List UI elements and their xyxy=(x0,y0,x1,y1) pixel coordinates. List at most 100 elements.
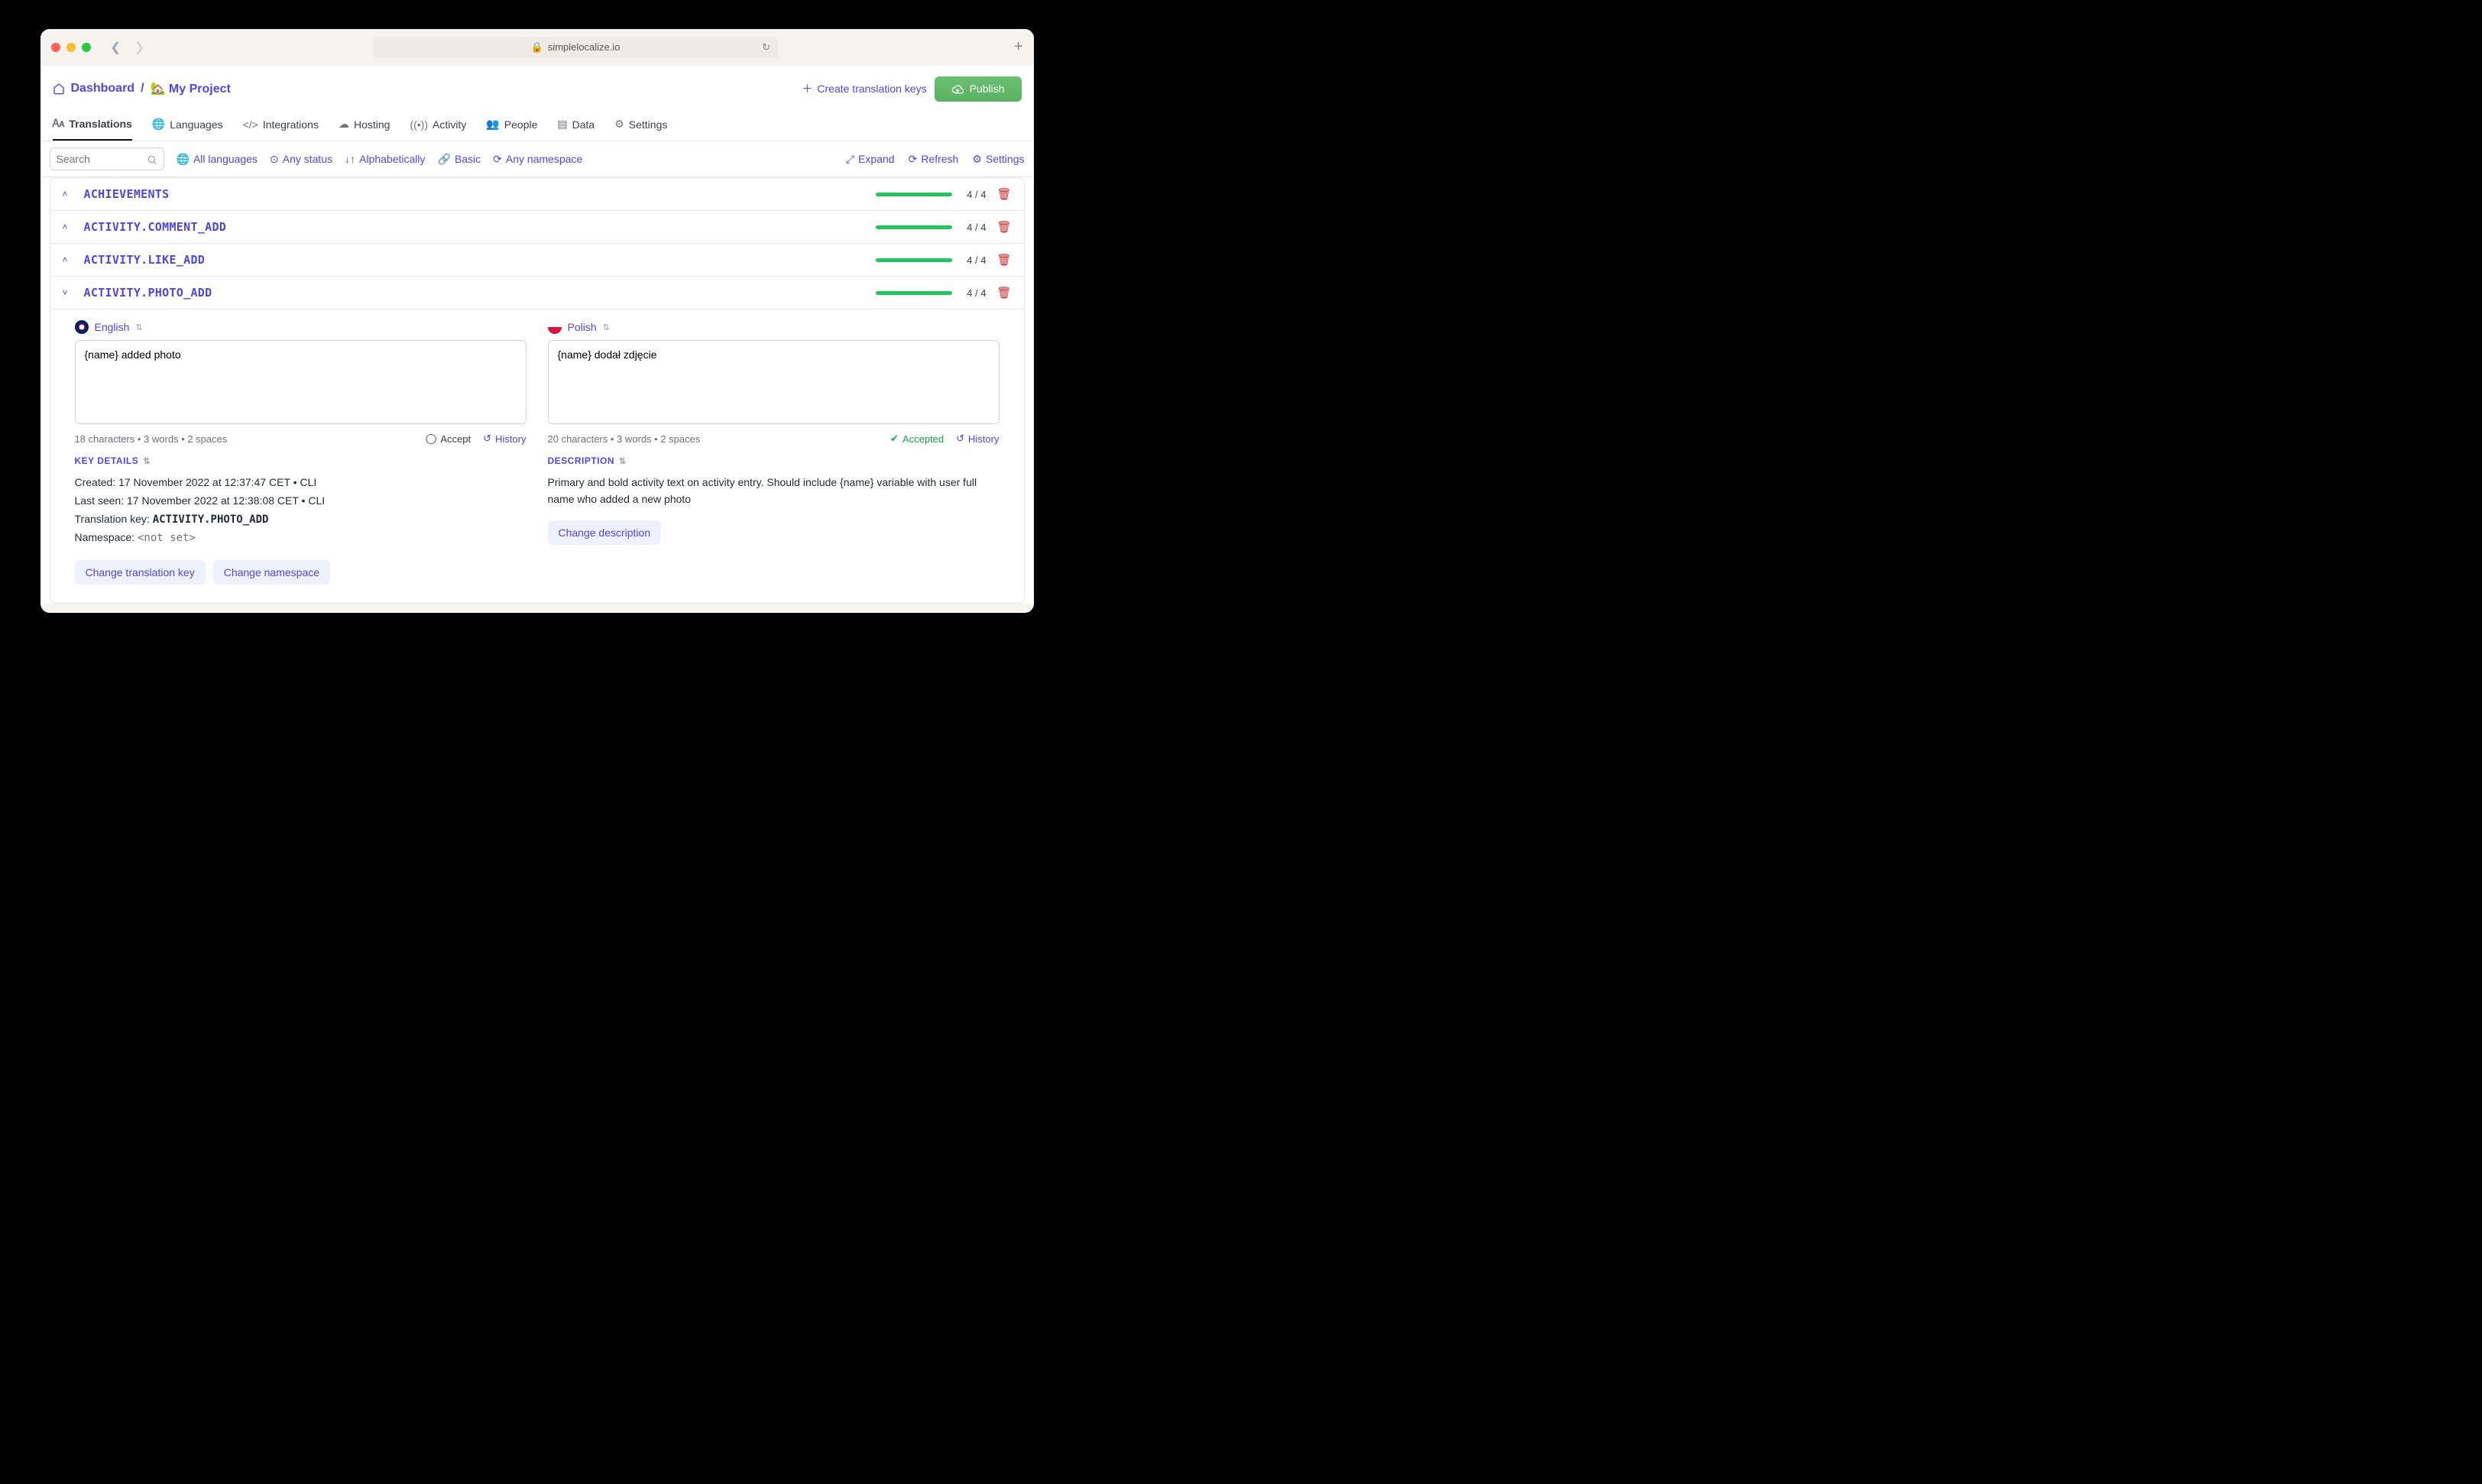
plus-icon: ＋ xyxy=(802,81,812,96)
key-row: ˄ ACTIVITY.LIKE_ADD 4 / 4 🗑 xyxy=(50,244,1024,277)
check-circle-icon: ✔ xyxy=(890,433,899,445)
translation-textarea-polish[interactable] xyxy=(548,340,1000,424)
reload-icon[interactable]: ↻ xyxy=(762,41,770,53)
breadcrumb-separator: / xyxy=(141,82,144,96)
main-tabs: 🗛 Translations 🌐 Languages </> Integrati… xyxy=(41,109,1034,141)
create-translation-keys-button[interactable]: ＋ Create translation keys xyxy=(802,81,926,96)
change-translation-key-button[interactable]: Change translation key xyxy=(75,560,206,585)
key-name[interactable]: ACTIVITY.LIKE_ADD xyxy=(84,253,206,267)
filter-any-namespace[interactable]: ⟳Any namespace xyxy=(493,153,582,166)
sort-icon[interactable]: ⇅ xyxy=(603,322,610,332)
language-label[interactable]: English xyxy=(95,321,130,333)
key-name[interactable]: ACTIVITY.COMMENT_ADD xyxy=(84,220,227,234)
breadcrumb-dashboard[interactable]: Dashboard xyxy=(71,82,135,96)
translation-column-polish: Polish ⇅ 20 characters • 3 words • 2 spa… xyxy=(548,320,1000,585)
delete-icon[interactable]: 🗑 xyxy=(996,253,1011,267)
publish-button[interactable]: Publish xyxy=(935,76,1022,102)
status-icon: ⊙ xyxy=(270,153,279,166)
globe-icon: 🌐 xyxy=(177,153,190,166)
progress-count: 4 / 4 xyxy=(963,287,986,299)
chevron-up-icon[interactable]: ˄ xyxy=(63,189,73,199)
tab-languages[interactable]: 🌐 Languages xyxy=(152,109,223,141)
tab-integrations[interactable]: </> Integrations xyxy=(243,109,319,141)
circle-icon: ◯ xyxy=(426,433,437,445)
people-icon: 👥 xyxy=(486,118,499,131)
cloud-icon: ☁ xyxy=(339,118,349,131)
key-editor: English ⇅ 18 characters • 3 words • 2 sp… xyxy=(50,309,1024,603)
key-name[interactable]: ACHIEVEMENTS xyxy=(84,187,170,201)
window-controls xyxy=(51,43,91,52)
change-description-button[interactable]: Change description xyxy=(548,520,662,545)
chevron-up-icon[interactable]: ˄ xyxy=(63,222,73,232)
accept-button[interactable]: ◯ Accept xyxy=(426,433,471,445)
history-icon: ↺ xyxy=(483,433,491,445)
settings-button[interactable]: ⚙Settings xyxy=(972,153,1024,166)
globe-icon: 🌐 xyxy=(152,118,165,131)
breadcrumb-project[interactable]: 🏡 My Project xyxy=(151,81,231,96)
translation-key-list: ˄ ACHIEVEMENTS 4 / 4 🗑 ˄ ACTIVITY.COMMEN… xyxy=(50,177,1025,604)
text-stats: 18 characters • 3 words • 2 spaces xyxy=(75,433,228,445)
key-detail-lastseen: Last seen: 17 November 2022 at 12:38:08 … xyxy=(75,492,527,510)
progress-bar xyxy=(876,258,952,262)
tab-data[interactable]: ▤ Data xyxy=(557,109,595,141)
tab-people[interactable]: 👥 People xyxy=(486,109,537,141)
delete-icon[interactable]: 🗑 xyxy=(996,187,1011,201)
history-button[interactable]: ↺ History xyxy=(956,433,999,445)
sort-icon: ⇅ xyxy=(143,456,151,466)
activity-icon: ((•)) xyxy=(410,118,428,131)
url-text: simplelocalize.io xyxy=(548,41,620,53)
tab-hosting[interactable]: ☁ Hosting xyxy=(339,109,390,141)
chevron-up-icon[interactable]: ˄ xyxy=(63,254,73,265)
filter-all-languages[interactable]: 🌐All languages xyxy=(177,153,258,166)
breadcrumb: Dashboard / 🏡 My Project xyxy=(53,81,231,96)
delete-icon[interactable]: 🗑 xyxy=(996,286,1011,300)
filter-alphabetically[interactable]: ↓↑Alphabetically xyxy=(345,153,425,165)
translation-column-english: English ⇅ 18 characters • 3 words • 2 sp… xyxy=(75,320,527,585)
filter-basic[interactable]: 🔗Basic xyxy=(438,153,481,166)
search-icon xyxy=(147,153,157,165)
translate-icon: 🗛 xyxy=(53,117,65,130)
close-window-button[interactable] xyxy=(51,43,60,52)
flag-pl-icon xyxy=(548,320,562,334)
tab-settings[interactable]: ⚙ Settings xyxy=(614,109,667,141)
key-details-title[interactable]: KEY DETAILS ⇅ xyxy=(75,455,527,466)
url-bar[interactable]: 🔒 simplelocalize.io ↻ xyxy=(373,37,778,58)
key-detail-created: Created: 17 November 2022 at 12:37:47 CE… xyxy=(75,474,527,492)
search-input-wrapper[interactable] xyxy=(50,147,164,170)
change-namespace-button[interactable]: Change namespace xyxy=(213,560,330,585)
history-button[interactable]: ↺ History xyxy=(483,433,526,445)
progress-bar xyxy=(876,291,952,295)
link-icon: 🔗 xyxy=(438,153,451,166)
history-icon: ↺ xyxy=(956,433,964,445)
maximize-window-button[interactable] xyxy=(82,43,91,52)
accepted-badge: ✔ Accepted xyxy=(890,433,944,445)
forward-button[interactable]: ❯ xyxy=(134,40,144,55)
description-text: Primary and bold activity text on activi… xyxy=(548,474,1000,508)
expand-icon: ⤢ xyxy=(846,153,854,166)
key-name[interactable]: ACTIVITY.PHOTO_ADD xyxy=(84,286,212,300)
description-title[interactable]: DESCRIPTION ⇅ xyxy=(548,455,1000,466)
search-input[interactable] xyxy=(57,153,147,165)
progress-bar xyxy=(876,225,952,229)
home-icon xyxy=(53,82,65,96)
translation-textarea-english[interactable] xyxy=(75,340,527,424)
flag-uk-icon xyxy=(75,320,89,334)
chevron-down-icon[interactable]: ˅ xyxy=(63,287,73,298)
key-detail-translation-key: Translation key: ACTIVITY.PHOTO_ADD xyxy=(75,510,527,530)
gear-icon: ⚙ xyxy=(614,118,624,131)
language-label[interactable]: Polish xyxy=(568,321,597,333)
new-tab-button[interactable]: + xyxy=(1014,38,1023,56)
sort-icon: ↓↑ xyxy=(345,153,355,165)
tab-activity[interactable]: ((•)) Activity xyxy=(410,109,466,141)
refresh-button[interactable]: ⟳Refresh xyxy=(909,153,959,166)
minimize-window-button[interactable] xyxy=(66,43,76,52)
filter-any-status[interactable]: ⊙Any status xyxy=(270,153,332,166)
tab-translations[interactable]: 🗛 Translations xyxy=(53,109,132,141)
key-detail-namespace: Namespace: <not set> xyxy=(75,529,527,548)
delete-icon[interactable]: 🗑 xyxy=(996,220,1011,234)
sort-icon[interactable]: ⇅ xyxy=(135,322,142,332)
back-button[interactable]: ❮ xyxy=(111,40,121,55)
filter-bar: 🌐All languages ⊙Any status ↓↑Alphabetica… xyxy=(41,141,1034,177)
expand-button[interactable]: ⤢Expand xyxy=(846,153,895,166)
progress-count: 4 / 4 xyxy=(963,189,986,200)
